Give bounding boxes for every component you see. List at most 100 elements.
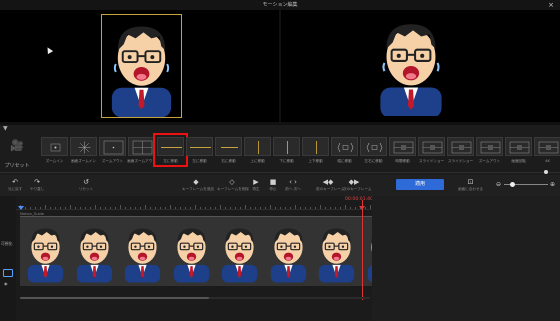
preset-item[interactable]: 画面回転 [505, 137, 532, 168]
clip-thumbnail[interactable] [313, 221, 360, 283]
prev-next-icon: ‹ › [289, 178, 297, 186]
delete-keyframe-button[interactable]: ◇ キーフレームを削除 [217, 178, 250, 192]
output-frame [324, 14, 498, 118]
undo-button[interactable]: ↶ 元に戻す [8, 178, 22, 192]
add-keyframe-button[interactable]: ◆ キーフレームを追加 [182, 178, 214, 192]
zoom-slider-knob[interactable] [510, 182, 515, 187]
clip-thumbnail[interactable] [71, 221, 118, 283]
fit-icon: ⊡ [467, 178, 474, 186]
preset-thumbnail [99, 137, 126, 156]
preset-label: 上に移動 [250, 159, 265, 163]
clip-thumbnail[interactable] [216, 221, 263, 283]
ruler-tick [245, 205, 246, 209]
preset-thumbnail [215, 137, 242, 156]
close-icon[interactable]: × [548, 0, 554, 10]
preset-label: スライドショー [418, 159, 445, 163]
preset-item[interactable]: 左に移動 [153, 133, 188, 168]
preset-item[interactable]: 右に移動 [215, 137, 242, 168]
play-button[interactable]: ▶ 再生 [250, 178, 262, 192]
next-keyframe-button[interactable]: ◆▶ 次のキーフレーム [343, 178, 371, 192]
ruler-tick [85, 207, 86, 209]
collapse-toggle-icon[interactable]: ▼ [3, 125, 8, 132]
strip-scroll-handle[interactable] [544, 170, 548, 174]
ruler-tick [155, 207, 156, 209]
clip-thumbnail[interactable] [168, 221, 215, 283]
apply-button[interactable]: 適用 [396, 179, 444, 190]
horizontal-scrollbar[interactable] [20, 297, 209, 299]
reset-button[interactable]: ↺ リセット [76, 178, 96, 192]
delete-keyframe-icon: ◇ [229, 178, 235, 186]
preset-item[interactable]: 左に移動 [186, 137, 213, 168]
ruler-tick [25, 207, 26, 209]
split-icon [132, 140, 153, 155]
preset-thumbnail [360, 137, 387, 156]
delete-keyframe-label: キーフレームを削除 [217, 187, 250, 191]
fit-to-screen-button[interactable]: ⊡ 画面に合わせる [458, 178, 483, 192]
character-illustration-icon [380, 24, 442, 116]
title-bar: モーション編集 × [0, 0, 560, 10]
ruler-tick [220, 205, 221, 209]
prev-keyframe-button[interactable]: ◀◆ 前のキーフレーム [316, 178, 344, 192]
preset-item[interactable]: スライドショー [447, 137, 474, 168]
preset-item[interactable]: 画面ズームアウト [127, 137, 156, 168]
ruler-tick [205, 207, 206, 209]
preset-item[interactable]: 画面ズームイン [70, 137, 97, 168]
ruler-tick [120, 205, 121, 209]
clip-thumbnail[interactable] [22, 221, 69, 283]
preset-item[interactable]: スライドショー [418, 137, 445, 168]
clip-thumbnail[interactable] [265, 221, 312, 283]
zoom-in-icon[interactable]: ⊕ [550, 181, 555, 188]
vline-icon [287, 141, 288, 154]
playhead-start-marker[interactable] [18, 206, 24, 210]
preset-thumbnail [128, 137, 155, 156]
prev-next-button[interactable]: ‹ › 前へ 次へ [284, 178, 302, 192]
reset-label: リセット [78, 187, 94, 191]
preset-item[interactable]: ズームアウト [99, 137, 126, 168]
preset-item[interactable]: 上下移動 [302, 137, 329, 168]
video-track[interactable] [20, 216, 403, 286]
strip-divider [0, 172, 560, 173]
preset-item[interactable]: 縦に移動 [331, 137, 358, 168]
clip-thumbnail[interactable] [119, 221, 166, 283]
preset-item[interactable]: 上に移動 [244, 137, 271, 168]
camera-icon: 🎥 [10, 139, 24, 152]
ruler-tick [145, 205, 146, 209]
preset-item[interactable]: ズームイン [41, 137, 68, 168]
box-split-icon [451, 141, 472, 154]
play-icon: ▶ [253, 178, 259, 186]
ruler-tick [320, 205, 321, 209]
playhead-line[interactable] [362, 200, 363, 300]
ruler-tick [80, 207, 81, 209]
ruler-tick [100, 207, 101, 209]
preview-area [0, 10, 560, 125]
stop-button[interactable]: ■ 停止 [267, 178, 279, 192]
ruler-tick [160, 207, 161, 209]
preset-item[interactable]: 4K [534, 137, 560, 168]
dot-box-icon [103, 140, 124, 155]
preset-label: 下に移動 [279, 159, 294, 163]
preset-label: ズームアウト [101, 159, 124, 163]
ruler-tick [215, 207, 216, 209]
ruler-tick [285, 207, 286, 209]
redo-button[interactable]: ↷ やり直し [30, 178, 44, 192]
visibility-toggle[interactable] [3, 269, 13, 277]
stop-label: 停止 [269, 187, 277, 191]
ruler-tick [305, 207, 306, 209]
preset-item[interactable]: 時間移動 [389, 137, 416, 168]
preset-item[interactable]: 下に移動 [273, 137, 300, 168]
character-illustration-icon [76, 228, 112, 283]
time-ruler[interactable] [16, 196, 376, 210]
eye-icon[interactable]: ◉ [4, 281, 8, 286]
preset-item[interactable]: ズームアウト [476, 137, 503, 168]
preset-label: 画面ズームイン [70, 159, 97, 163]
preset-item[interactable]: 左右に移動 [360, 137, 387, 168]
source-crop-frame[interactable] [101, 14, 182, 118]
preset-thumbnail [476, 137, 503, 156]
preset-label: スライドショー [447, 159, 474, 163]
preset-label: 縦に移動 [337, 159, 352, 163]
preset-strip: ▼ 🎥 プリセット ズームイン 画面ズームイン ズームアウト 画面ズームアウト 左に移動… [0, 125, 560, 175]
vline-icon [258, 141, 259, 154]
ruler-tick [345, 205, 346, 209]
visibility-label: 可視化 [1, 241, 13, 246]
zoom-out-icon[interactable]: ⊖ [496, 181, 501, 188]
